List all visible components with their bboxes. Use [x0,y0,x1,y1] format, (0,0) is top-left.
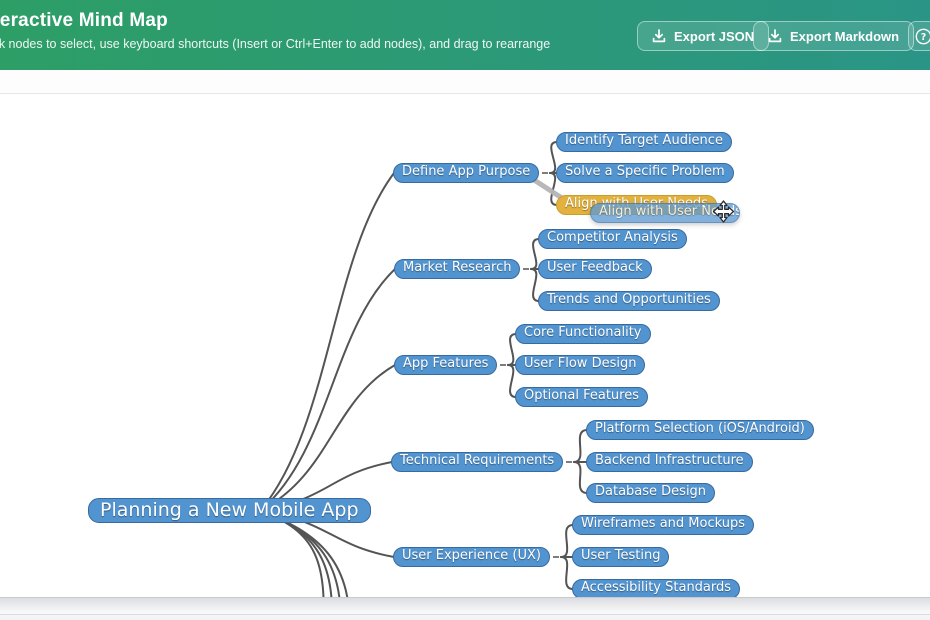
export-json-label: Export JSON [674,29,754,44]
mindmap-node-identify-target-audience[interactable]: Identify Target Audience [556,132,732,152]
export-markdown-label: Export Markdown [790,29,899,44]
mindmap-node-user-testing[interactable]: User Testing [572,547,669,567]
header-text: Interactive Mind Map Click nodes to sele… [0,10,550,51]
mindmap-node-database-design[interactable]: Database Design [586,483,715,503]
question-circle-icon: ? [915,28,930,45]
toolbar-strip [0,70,930,94]
export-markdown-button[interactable]: Export Markdown [753,21,914,51]
bottom-panel-divider [0,614,930,615]
app-window: Align with User Needs Planning a New Mob… [0,0,930,620]
download-icon [652,29,666,43]
export-json-button[interactable]: Export JSON [637,21,769,51]
app-header: Interactive Mind Map Click nodes to sele… [0,0,930,70]
help-button[interactable]: ? [908,21,930,51]
mindmap-node-competitor-analysis[interactable]: Competitor Analysis [538,229,687,249]
mindmap-node-user-feedback[interactable]: User Feedback [538,259,652,279]
bottom-panel-edge [0,597,930,620]
mindmap-node-optional-features[interactable]: Optional Features [515,387,648,407]
expander-handle[interactable] [542,172,548,174]
mindmap-node-wireframes-and-mockups[interactable]: Wireframes and Mockups [572,515,754,535]
expander-handle[interactable] [553,556,559,558]
move-cursor-icon [712,200,735,223]
expander-handle[interactable] [523,268,529,270]
expander-handle[interactable] [566,461,572,463]
mindmap-node-platform-selection-ios-android[interactable]: Platform Selection (iOS/Android) [586,420,814,440]
mindmap-node-core-functionality[interactable]: Core Functionality [515,324,651,344]
page-title: Interactive Mind Map [0,10,550,32]
mindmap-node-user-experience-ux[interactable]: User Experience (UX) [393,547,550,567]
mindmap-node-market-research[interactable]: Market Research [394,259,520,279]
mindmap-node-technical-requirements[interactable]: Technical Requirements [391,452,563,472]
svg-text:?: ? [920,32,926,43]
mindmap-node-accessibility-standards[interactable]: Accessibility Standards [572,579,740,599]
expander-handle[interactable] [500,364,506,366]
mindmap-node-define-app-purpose[interactable]: Define App Purpose [393,163,539,183]
mindmap-node-planning-a-new-mobile-app[interactable]: Planning a New Mobile App [88,498,371,523]
mindmap-node-user-flow-design[interactable]: User Flow Design [515,355,645,375]
page-subtitle: Click nodes to select, use keyboard shor… [0,37,550,51]
download-icon [768,29,782,43]
mindmap-node-solve-a-specific-problem[interactable]: Solve a Specific Problem [556,163,734,183]
mindmap-node-backend-infrastructure[interactable]: Backend Infrastructure [586,452,753,472]
mindmap-node-app-features[interactable]: App Features [394,355,497,375]
mindmap-node-trends-and-opportunities[interactable]: Trends and Opportunities [538,291,720,311]
